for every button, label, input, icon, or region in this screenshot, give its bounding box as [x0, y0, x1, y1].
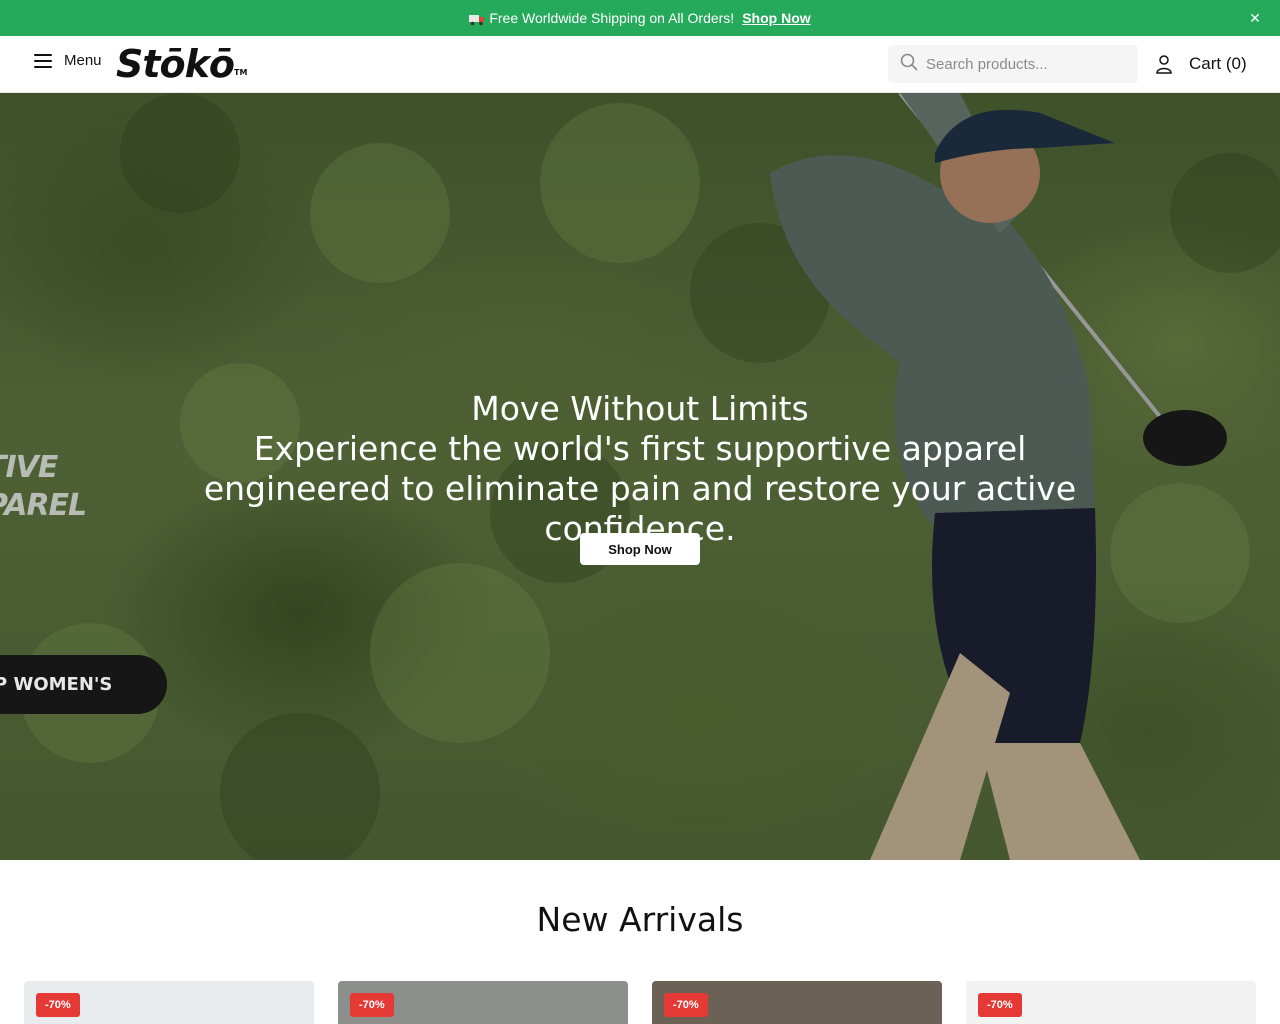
- menu-button[interactable]: Menu: [34, 52, 102, 69]
- logo-text: Stōkō: [116, 42, 235, 86]
- hero-side-promo-pill: P WOMEN'S: [0, 655, 167, 714]
- search-icon: [900, 53, 918, 76]
- hamburger-icon: [34, 53, 52, 68]
- product-card[interactable]: -70%: [966, 981, 1256, 1024]
- cart-link[interactable]: Cart (0): [1189, 54, 1247, 74]
- hero-shop-now-button[interactable]: Shop Now: [580, 533, 700, 565]
- site-header: Menu StōkōTM Cart (0): [0, 36, 1280, 93]
- search-box[interactable]: [888, 45, 1138, 83]
- announcement-bar: Free Worldwide Shipping on All Orders! S…: [0, 0, 1280, 36]
- brand-logo[interactable]: StōkōTM: [116, 40, 247, 99]
- discount-badge: -70%: [978, 993, 1022, 1017]
- new-arrivals-title: New Arrivals: [536, 900, 744, 939]
- discount-badge: -70%: [664, 993, 708, 1017]
- user-account-icon[interactable]: [1154, 54, 1174, 74]
- logo-trademark: TM: [234, 68, 248, 77]
- hero-subtitle: Experience the world's first supportive …: [203, 429, 1077, 548]
- announcement-shop-now-link[interactable]: Shop Now: [742, 10, 810, 26]
- discount-badge: -70%: [350, 993, 394, 1017]
- hero-copy: Move Without Limits Experience the world…: [0, 389, 1280, 549]
- product-card[interactable]: -70%: [24, 981, 314, 1024]
- announcement-text: Free Worldwide Shipping on All Orders!: [489, 10, 735, 26]
- truck-icon: [469, 13, 485, 26]
- hero-title: Move Without Limits: [471, 389, 809, 428]
- product-card[interactable]: -70%: [338, 981, 628, 1024]
- product-card[interactable]: -70%: [652, 981, 942, 1024]
- search-input[interactable]: [926, 55, 1126, 73]
- menu-label: Menu: [64, 52, 102, 69]
- close-icon[interactable]: ✕: [1246, 9, 1264, 27]
- discount-badge: -70%: [36, 993, 80, 1017]
- hero-banner: TIVE PAREL P WOMEN'S Move Without Limits…: [0, 93, 1280, 860]
